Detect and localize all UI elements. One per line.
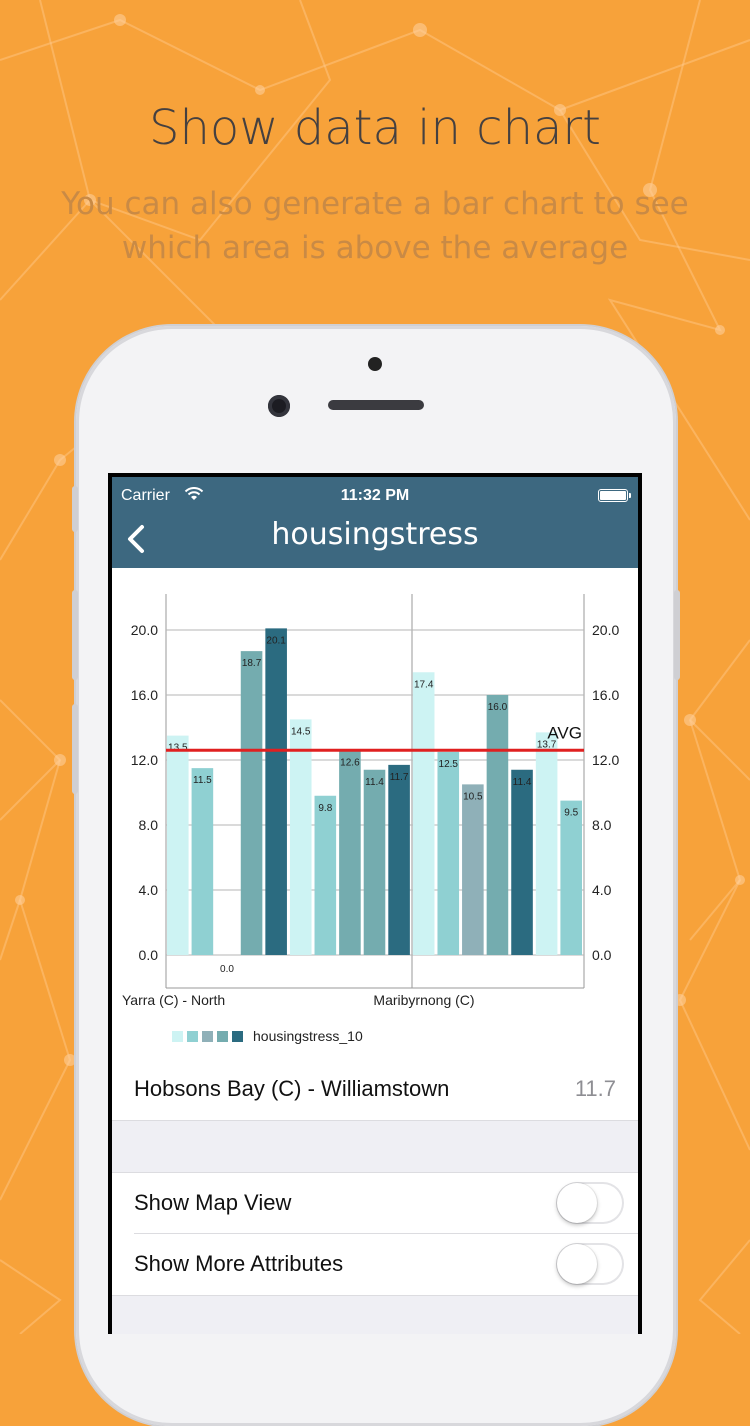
legend-swatch: [187, 1031, 198, 1042]
bar-value-label: 17.4: [414, 679, 434, 690]
show-map-view-label: Show Map View: [134, 1190, 292, 1215]
legend-swatch: [202, 1031, 213, 1042]
bar: [486, 695, 509, 955]
toggle-knob: [557, 1244, 597, 1284]
show-more-attributes-row: Show More Attributes: [112, 1234, 638, 1295]
y-tick-label-left: 16.0: [131, 687, 158, 703]
phone-camera: [268, 395, 290, 417]
show-more-attributes-label: Show More Attributes: [134, 1251, 344, 1276]
y-tick-label-right: 16.0: [592, 687, 619, 703]
average-label: AVG: [547, 723, 582, 742]
bar-value-label: 9.5: [564, 808, 578, 819]
bar: [412, 672, 435, 955]
bar: [240, 651, 263, 955]
bar-chart: 0.0 0.0 4.0 4.0 8.0 8.0 12.0 12.0 16.0 16.0 20.0 20…: [112, 568, 638, 1058]
bar-value-label: 11.4: [513, 777, 532, 788]
bar-value-label: 0.0: [220, 964, 234, 975]
bar-value-label: 11.7: [390, 772, 409, 783]
bar-value-label: 13.5: [168, 743, 188, 754]
y-tick-label-right: 4.0: [592, 882, 612, 898]
promo-subline: You can also generate a bar chart to see…: [61, 186, 689, 266]
bar-value-label: 18.7: [242, 658, 262, 669]
bar: [511, 769, 533, 955]
toggle-knob: [557, 1183, 597, 1223]
legend-swatch: [217, 1031, 228, 1042]
nav-title: housingstress: [271, 517, 479, 552]
phone-power-button: [674, 590, 680, 680]
navigation-bar: Carrier 11:32 PM housingstress: [112, 477, 638, 568]
bar: [560, 800, 582, 955]
y-tick-label-right: 12.0: [592, 752, 619, 768]
y-tick-label-left: 20.0: [131, 622, 158, 638]
bar: [462, 784, 484, 955]
legend-swatch: [232, 1031, 243, 1042]
bar-value-label: 11.5: [193, 775, 212, 786]
phone-sensor: [368, 357, 382, 371]
app-screen: Carrier 11:32 PM housingstress 0.0 0.0 4.0…: [112, 477, 638, 1334]
phone-volume-up: [72, 590, 78, 680]
y-tick-label-right: 20.0: [592, 622, 619, 638]
bar: [167, 735, 189, 955]
y-tick-label-right: 0.0: [592, 947, 612, 963]
bar: [535, 732, 558, 955]
promo-headline: Show data in chart: [149, 100, 601, 156]
bar-value-label: 12.5: [439, 759, 459, 770]
bar: [437, 751, 460, 955]
x-tick-label: Yarra (C) - North: [122, 992, 225, 1008]
y-tick-label-left: 8.0: [139, 817, 159, 833]
separator: [112, 1295, 638, 1296]
bar-value-label: 11.4: [365, 777, 384, 788]
y-tick-label-left: 4.0: [139, 882, 159, 898]
phone-speaker: [328, 400, 424, 410]
section-gap: [112, 1120, 638, 1173]
bar-value-label: 10.5: [463, 791, 483, 802]
show-map-view-row: Show Map View: [112, 1172, 638, 1234]
bar-value-label: 12.6: [340, 757, 360, 768]
show-map-view-toggle[interactable]: [556, 1182, 624, 1224]
selected-area-row[interactable]: Hobsons Bay (C) - Williamstown 11.7: [112, 1058, 638, 1120]
selected-area-value: 11.7: [574, 1076, 616, 1101]
bar-value-label: 20.1: [266, 635, 286, 646]
legend-label: housingstress_10: [253, 1028, 363, 1044]
show-more-attributes-toggle[interactable]: [556, 1243, 624, 1285]
legend-swatch: [172, 1031, 183, 1042]
bar: [314, 795, 337, 955]
bar: [265, 628, 287, 955]
bar-chart-svg: 0.0 0.0 4.0 4.0 8.0 8.0 12.0 12.0 16.0 16.0 20.0 20…: [122, 594, 619, 1044]
y-tick-label-right: 8.0: [592, 817, 612, 833]
bar: [339, 750, 361, 955]
y-tick-label-left: 0.0: [139, 947, 159, 963]
bar-value-label: 9.8: [318, 803, 332, 814]
selected-area-name: Hobsons Bay (C) - Williamstown: [134, 1076, 450, 1101]
bar-value-label: 16.0: [488, 702, 508, 713]
bar: [289, 719, 312, 955]
battery-icon: [598, 489, 631, 502]
phone-screen: Carrier 11:32 PM housingstress 0.0 0.0 4.0…: [108, 473, 642, 1334]
bar: [191, 768, 214, 955]
bar-value-label: 14.5: [291, 726, 311, 737]
y-tick-label-left: 12.0: [131, 752, 158, 768]
phone-mute-switch: [72, 486, 78, 532]
bar: [363, 769, 386, 955]
bar: [388, 764, 410, 955]
x-tick-label: Maribyrnong (C): [373, 992, 474, 1008]
status-time: 11:32 PM: [340, 487, 410, 504]
phone-volume-down: [72, 704, 78, 794]
